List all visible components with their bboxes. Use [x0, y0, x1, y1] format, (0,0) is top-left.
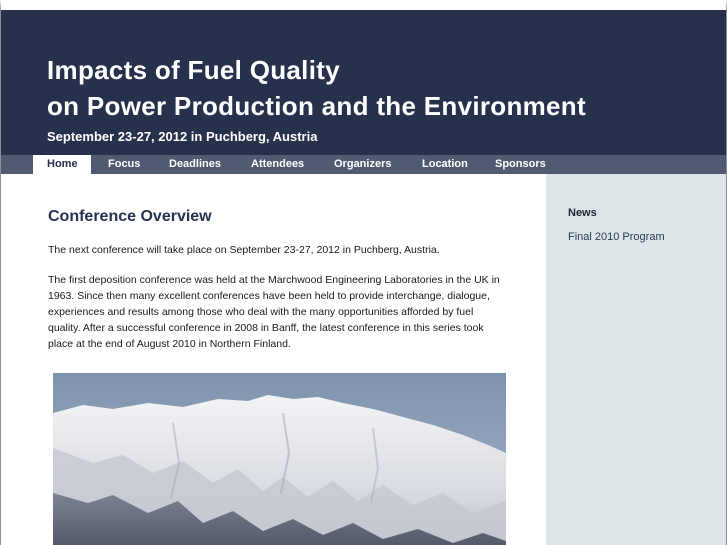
- site-title-line2: on Power Production and the Environment: [47, 91, 586, 121]
- news-link-program[interactable]: Final 2010 Program: [568, 231, 665, 243]
- nav-deadlines[interactable]: Deadlines: [169, 155, 221, 174]
- sidebar: News Final 2010 Program: [546, 174, 726, 545]
- nav-focus[interactable]: Focus: [108, 155, 140, 174]
- site-title: Impacts of Fuel Quality on Power Product…: [47, 52, 586, 124]
- site-subtitle: September 23-27, 2012 in Puchberg, Austr…: [47, 129, 318, 144]
- history-paragraph: The first deposition conference was held…: [48, 274, 500, 350]
- nav-sponsors[interactable]: Sponsors: [495, 155, 546, 174]
- intro-paragraph: The next conference will take place on S…: [48, 244, 440, 256]
- mountain-photo: [53, 373, 506, 545]
- site-header: Impacts of Fuel Quality on Power Product…: [1, 10, 726, 155]
- site-title-line1: Impacts of Fuel Quality: [47, 55, 340, 85]
- nav-home[interactable]: Home: [33, 155, 91, 174]
- nav-location[interactable]: Location: [422, 155, 468, 174]
- page-title: Conference Overview: [48, 208, 212, 225]
- page-frame: Impacts of Fuel Quality on Power Product…: [0, 0, 727, 545]
- nav-organizers[interactable]: Organizers: [334, 155, 391, 174]
- news-heading: News: [568, 207, 597, 219]
- nav-attendees[interactable]: Attendees: [251, 155, 304, 174]
- main-nav: Home Focus Deadlines Attendees Organizer…: [1, 155, 726, 174]
